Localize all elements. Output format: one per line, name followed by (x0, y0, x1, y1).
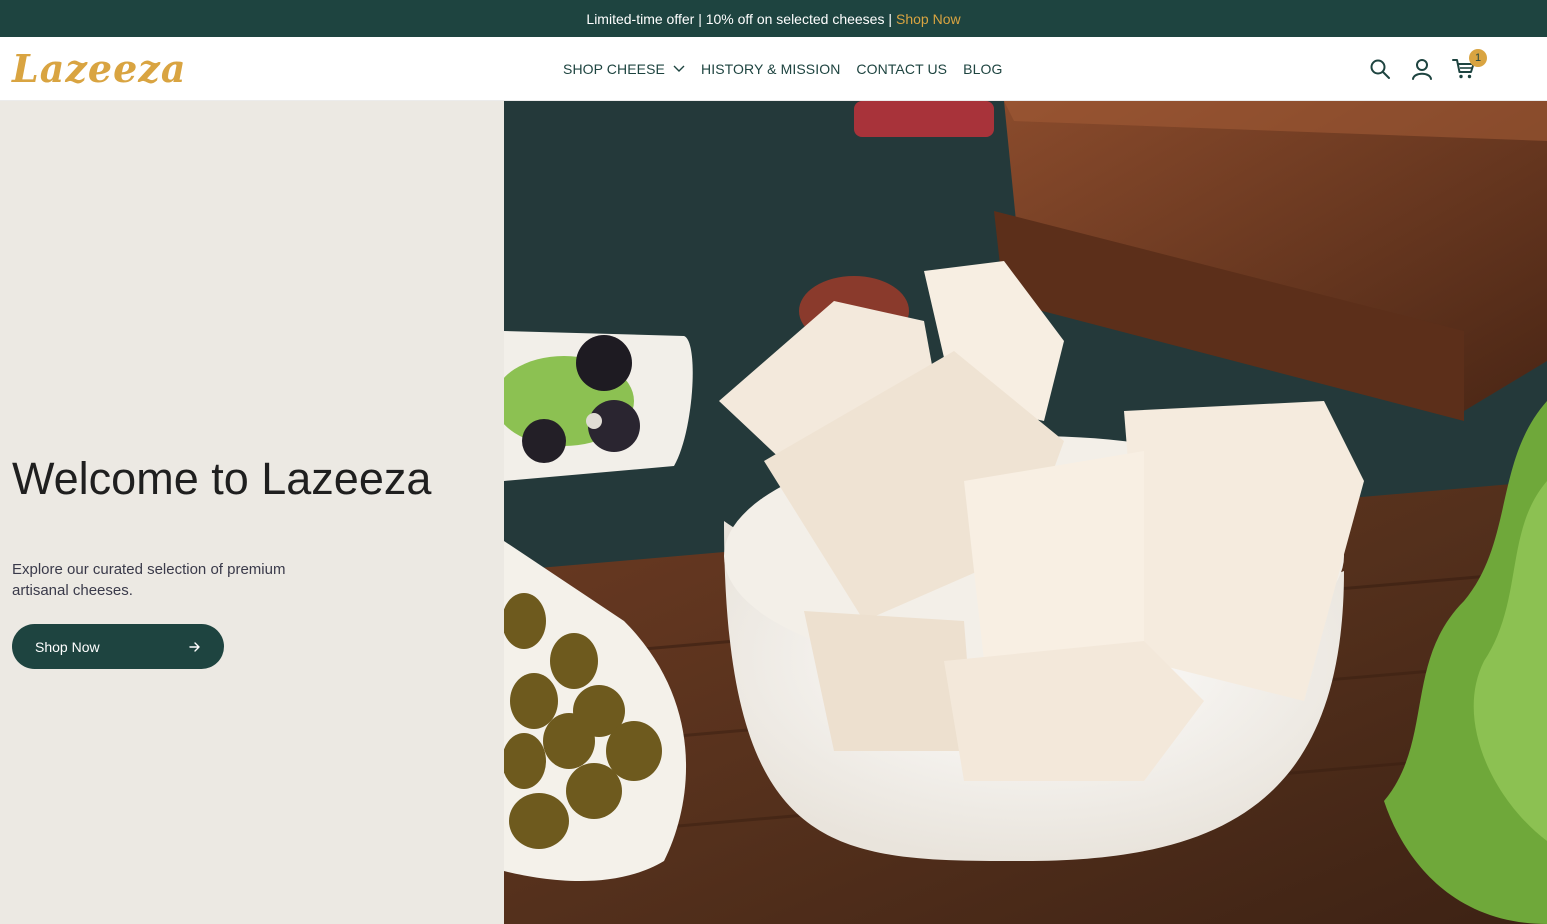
hero-text-panel: Welcome to Lazeeza Explore our curated s… (0, 101, 504, 924)
account-icon (1412, 59, 1432, 80)
cheese-bowl-illustration (504, 101, 1547, 924)
main-nav: SHOP CHEESE HISTORY & MISSION CONTACT US… (563, 37, 1002, 101)
hero-shop-now-button[interactable]: Shop Now (12, 624, 224, 669)
search-icon (1370, 59, 1390, 79)
cart-count-badge: 1 (1469, 49, 1487, 67)
logo[interactable]: Lazeeza (12, 49, 186, 89)
announcement-shop-link[interactable]: Shop Now (896, 11, 961, 27)
nav-blog[interactable]: BLOG (963, 61, 1002, 77)
site-header: Lazeeza SHOP CHEESE HISTORY & MISSION CO… (0, 37, 1547, 101)
hero-shop-now-label: Shop Now (35, 638, 100, 655)
nav-contact-us[interactable]: CONTACT US (856, 61, 947, 77)
header-icons: 1 (1368, 37, 1487, 101)
nav-shop-cheese[interactable]: SHOP CHEESE (563, 61, 685, 77)
hero-subtitle: Explore our curated selection of premium… (12, 561, 286, 599)
announcement-text: Limited-time offer | 10% off on selected… (586, 10, 892, 27)
arrow-right-icon (189, 641, 200, 652)
announcement-bar: Limited-time offer | 10% off on selected… (0, 0, 1547, 37)
cart-button[interactable]: 1 (1452, 49, 1487, 81)
nav-history-mission[interactable]: HISTORY & MISSION (701, 61, 840, 77)
chevron-down-icon (673, 65, 685, 72)
account-button[interactable] (1410, 57, 1434, 81)
hero-title: Welcome to Lazeeza (12, 453, 432, 504)
hero-image (504, 101, 1547, 924)
search-button[interactable] (1368, 57, 1392, 81)
nav-shop-cheese-label: SHOP CHEESE (563, 61, 665, 77)
